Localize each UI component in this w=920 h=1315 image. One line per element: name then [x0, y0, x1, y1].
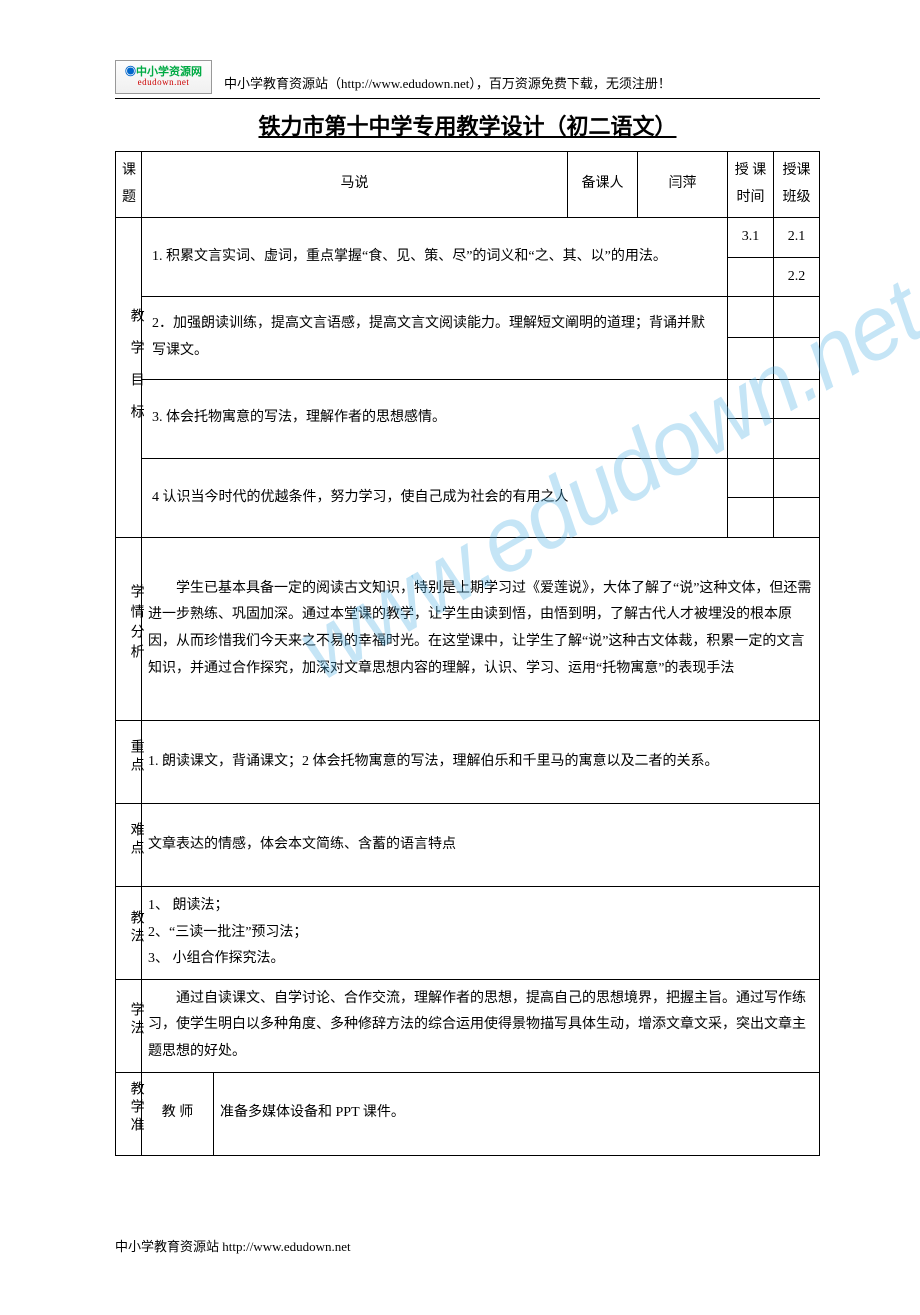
class-empty-4 — [774, 379, 820, 419]
label-jiaofa: 教法 — [116, 886, 142, 979]
time-empty-5 — [728, 419, 774, 459]
label-beikeren: 备课人 — [568, 152, 638, 218]
class-2-2: 2.2 — [774, 257, 820, 297]
class-empty-3 — [774, 338, 820, 379]
label-xuefa: 学法 — [116, 979, 142, 1072]
time-empty-7 — [728, 498, 774, 538]
beikeren-value: 闫萍 — [638, 152, 728, 218]
label-jiaoshi: 教 师 — [142, 1072, 214, 1155]
jiaoxuezhun-text: 准备多媒体设备和 PPT 课件。 — [214, 1072, 820, 1155]
goal-4: 4 认识当今时代的优越条件，努力学习，使自己成为社会的有用之人 — [142, 458, 728, 537]
lesson-plan-table: 课题 马说 备课人 闫萍 授 课时间 授课班级 教学目标 1. 积累文言实词、虚… — [115, 151, 820, 1156]
time-empty-6 — [728, 458, 774, 498]
time-empty-2 — [728, 297, 774, 338]
class-empty-5 — [774, 419, 820, 459]
site-logo: ◉中小学资源网 edudown.net — [115, 60, 212, 94]
xuefa-text: 通过自读课文、自学讨论、合作交流，理解作者的思想，提高自己的思想境界，把握主旨。… — [142, 979, 820, 1072]
nandian-text: 文章表达的情感，体会本文简练、含蓄的语言特点 — [142, 803, 820, 886]
keti-value: 马说 — [142, 152, 568, 218]
goal-1: 1. 积累文言实词、虚词，重点掌握“食、见、策、尽”的词义和“之、其、以”的用法… — [142, 218, 728, 297]
time-empty-4 — [728, 379, 774, 419]
zhongdian-text: 1. 朗读课文，背诵课文；2 体会托物寓意的写法，理解伯乐和千里马的寓意以及二者… — [142, 720, 820, 803]
time-empty-3 — [728, 338, 774, 379]
label-jiaoxuezhun: 教学准 — [116, 1072, 142, 1155]
class-empty-2 — [774, 297, 820, 338]
jiaofa-text: 1、 朗读法； 2、“三读一批注”预习法； 3、 小组合作探究法。 — [142, 886, 820, 979]
label-goals: 教学目标 — [116, 218, 142, 538]
class-2-1: 2.1 — [774, 218, 820, 258]
header-text: 中小学教育资源站（http://www.edudown.net），百万资源免费下… — [224, 73, 820, 94]
label-shoukebanji: 授课班级 — [774, 152, 820, 218]
time-empty-1 — [728, 257, 774, 297]
xueqing-text: 学生已基本具备一定的阅读古文知识，特别是上期学习过《爱莲说》，大体了解了“说”这… — [142, 537, 820, 720]
class-empty-7 — [774, 498, 820, 538]
label-keti: 课题 — [116, 152, 142, 218]
label-xueqing: 学情分析 — [116, 537, 142, 720]
header-divider — [115, 98, 820, 99]
label-nandian: 难点 — [116, 803, 142, 886]
time-3-1: 3.1 — [728, 218, 774, 258]
page-title: 铁力市第十中学专用教学设计（初二语文） — [115, 109, 820, 141]
page-footer: 中小学教育资源站 http://www.edudown.net — [115, 1236, 820, 1255]
class-empty-6 — [774, 458, 820, 498]
label-shoukeshijian: 授 课时间 — [728, 152, 774, 218]
goal-2: 2．加强朗读训练，提高文言语感，提高文言文阅读能力。理解短文阐明的道理；背诵并默… — [142, 297, 728, 379]
logo-bottom-text: edudown.net — [138, 78, 190, 87]
label-zhongdian: 重点 — [116, 720, 142, 803]
goal-3: 3. 体会托物寓意的写法，理解作者的思想感情。 — [142, 379, 728, 458]
